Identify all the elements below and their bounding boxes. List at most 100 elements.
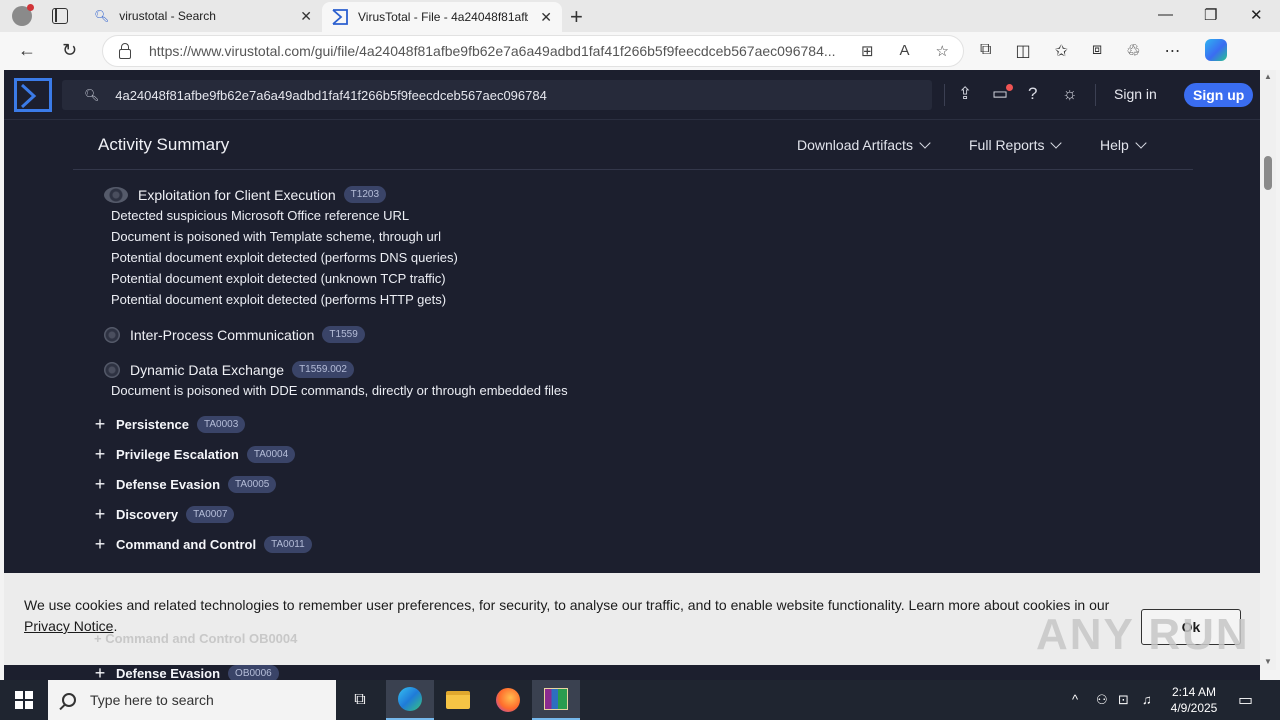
app-install-icon[interactable]: ⊞ [861, 42, 874, 60]
favorites-icon[interactable]: ✩ [1055, 41, 1068, 61]
virustotal-favicon-icon [332, 9, 348, 25]
expand-plus-icon[interactable]: + [94, 534, 106, 555]
tactic-id-badge[interactable]: TA0004 [246, 446, 296, 463]
windows-start-icon[interactable] [15, 691, 33, 709]
restore-icon[interactable]: ❐ [1204, 6, 1217, 24]
help-icon[interactable]: ? [1028, 84, 1037, 104]
more-options-icon[interactable]: ⋯ [1165, 41, 1181, 61]
virustotal-logo-icon[interactable] [14, 78, 52, 112]
technique-name: Dynamic Data Exchange [130, 361, 285, 378]
divider [944, 84, 945, 106]
tab-actions-icon[interactable] [52, 8, 68, 24]
collections-icon[interactable]: ⧈ [1092, 41, 1102, 61]
volume-icon[interactable]: ♫ [1142, 692, 1152, 707]
expand-plus-icon[interactable]: + [94, 414, 106, 435]
sign-in-link[interactable]: Sign in [1114, 86, 1157, 102]
tactic-row-privilege-escalation[interactable]: + Privilege Escalation TA0004 [94, 444, 296, 465]
severity-icon [104, 326, 120, 343]
file-explorer-icon[interactable] [434, 680, 482, 720]
menu-label: Full Reports [969, 137, 1045, 153]
close-window-icon[interactable]: ✕ [1250, 6, 1263, 24]
expand-plus-icon[interactable]: + [94, 444, 106, 465]
taskbar-search-placeholder: Type here to search [90, 692, 214, 708]
page-scrollbar[interactable]: ▲ ▼ [1260, 70, 1276, 670]
scroll-thumb[interactable] [1264, 156, 1272, 190]
search-input[interactable] [115, 87, 876, 103]
tactic-id-badge[interactable]: TA0007 [186, 506, 235, 523]
tactic-row-persistence[interactable]: + Persistence TA0003 [94, 414, 246, 435]
taskbar-clock[interactable]: 2:14 AM 4/9/2025 [1166, 684, 1222, 716]
address-bar[interactable]: https://www.virustotal.com/gui/file/4a24… [102, 35, 964, 67]
notifications-icon[interactable]: ▭ [1238, 690, 1253, 710]
page-bottom-strip: + Defense Evasion OB0006 [4, 665, 1260, 680]
winrar-icon[interactable] [532, 680, 580, 720]
search-icon: 🔍︎ [94, 9, 110, 23]
technique-id-badge[interactable]: T1559 [322, 326, 365, 343]
cookie-message: We use cookies and related technologies … [24, 595, 1124, 637]
browser-tab-strip: 🔍︎ virustotal - Search ✕ VirusTotal - Fi… [0, 0, 1280, 32]
copilot-icon[interactable] [1204, 39, 1227, 61]
new-tab-button[interactable]: + [570, 4, 583, 30]
performance-icon[interactable]: ♲ [1126, 41, 1140, 61]
expand-plus-icon[interactable]: + [94, 665, 106, 680]
tactic-row-command-and-control[interactable]: + Command and Control TA0011 [94, 534, 312, 555]
signature-text: Detected suspicious Microsoft Office ref… [111, 208, 410, 223]
edge-taskbar-icon[interactable] [386, 680, 434, 720]
cookie-message-text: We use cookies and related technologies … [24, 597, 1110, 613]
firefox-icon[interactable] [484, 680, 532, 720]
read-aloud-icon[interactable]: A [900, 42, 910, 60]
tab-title: VirusTotal - File - 4a24048f81afbe [358, 10, 528, 24]
close-tab-icon[interactable]: ✕ [540, 9, 552, 26]
profile-notification-dot [27, 4, 34, 11]
favorite-star-icon[interactable]: ☆ [936, 42, 949, 60]
activity-summary-title: Activity Summary [98, 135, 230, 154]
minimize-icon[interactable]: — [1158, 6, 1173, 23]
tactic-name: Persistence [116, 417, 189, 432]
signature-text: Potential document exploit detected (unk… [111, 271, 446, 286]
wifi-icon[interactable]: ⊡ [1118, 692, 1129, 708]
scroll-up-arrow-icon[interactable]: ▲ [1264, 72, 1272, 81]
tactic-name: Command and Control [116, 537, 257, 552]
privacy-notice-link[interactable]: Privacy Notice [24, 618, 113, 634]
tactic-id-badge[interactable]: TA0005 [228, 476, 277, 493]
taskbar-search-box[interactable]: Type here to search [48, 680, 336, 720]
tab-virustotal[interactable]: VirusTotal - File - 4a24048f81afbe ✕ [322, 2, 562, 32]
tactic-row-partial[interactable]: + Defense Evasion OB0006 [94, 665, 279, 680]
technique-row[interactable]: Dynamic Data Exchange T1559.002 [104, 361, 354, 378]
chevron-down-icon [1050, 137, 1063, 149]
tactic-row-defense-evasion[interactable]: + Defense Evasion TA0005 [94, 474, 277, 495]
split-screen-icon[interactable]: ◫ [1015, 41, 1030, 61]
tab-search[interactable]: 🔍︎ virustotal - Search ✕ [84, 0, 322, 32]
refresh-icon[interactable]: ↻ [62, 40, 77, 61]
technique-row[interactable]: Exploitation for Client Execution T1203 [104, 186, 387, 203]
search-bar[interactable]: 🔍︎ [62, 80, 932, 110]
full-reports-menu[interactable]: Full Reports [969, 137, 1063, 153]
divider [1095, 84, 1096, 106]
tactic-row-discovery[interactable]: + Discovery TA0007 [94, 504, 235, 525]
expand-plus-icon[interactable]: + [94, 504, 106, 525]
task-view-icon[interactable]: ⧉ [336, 680, 384, 720]
windows-taskbar: Type here to search ⧉ ^ ⚇ ⊡ ♫ 2:14 AM 4/… [0, 680, 1280, 720]
sign-up-button[interactable]: Sign up [1184, 83, 1254, 107]
chevron-down-icon [919, 137, 931, 149]
technique-id-badge[interactable]: T1559.002 [292, 361, 354, 378]
expand-plus-icon[interactable]: + [94, 474, 106, 495]
help-menu[interactable]: Help [1100, 137, 1147, 153]
extensions-icon[interactable]: ⧉ [980, 41, 991, 61]
upload-icon[interactable]: ⇪ [958, 84, 972, 104]
technique-name: Exploitation for Client Execution [138, 186, 336, 203]
technique-row[interactable]: Inter-Process Communication T1559 [104, 326, 365, 343]
theme-sun-icon[interactable]: ☼ [1062, 84, 1078, 104]
network-icon[interactable]: ⚇ [1096, 692, 1108, 708]
tactic-id-badge[interactable]: TA0003 [197, 416, 246, 433]
back-arrow-icon[interactable]: ← [18, 40, 36, 61]
scroll-down-arrow-icon[interactable]: ▼ [1264, 657, 1272, 666]
close-tab-icon[interactable]: ✕ [300, 8, 312, 25]
tactic-id-badge[interactable]: TA0011 [264, 536, 312, 553]
download-artifacts-menu[interactable]: Download Artifacts [797, 137, 931, 153]
menu-label: Help [1100, 137, 1129, 153]
technique-id-badge[interactable]: T1203 [343, 186, 387, 203]
tactic-id-badge[interactable]: OB0006 [228, 665, 279, 680]
show-hidden-icons-icon[interactable]: ^ [1072, 692, 1078, 707]
url-text[interactable]: https://www.virustotal.com/gui/file/4a24… [149, 43, 839, 59]
